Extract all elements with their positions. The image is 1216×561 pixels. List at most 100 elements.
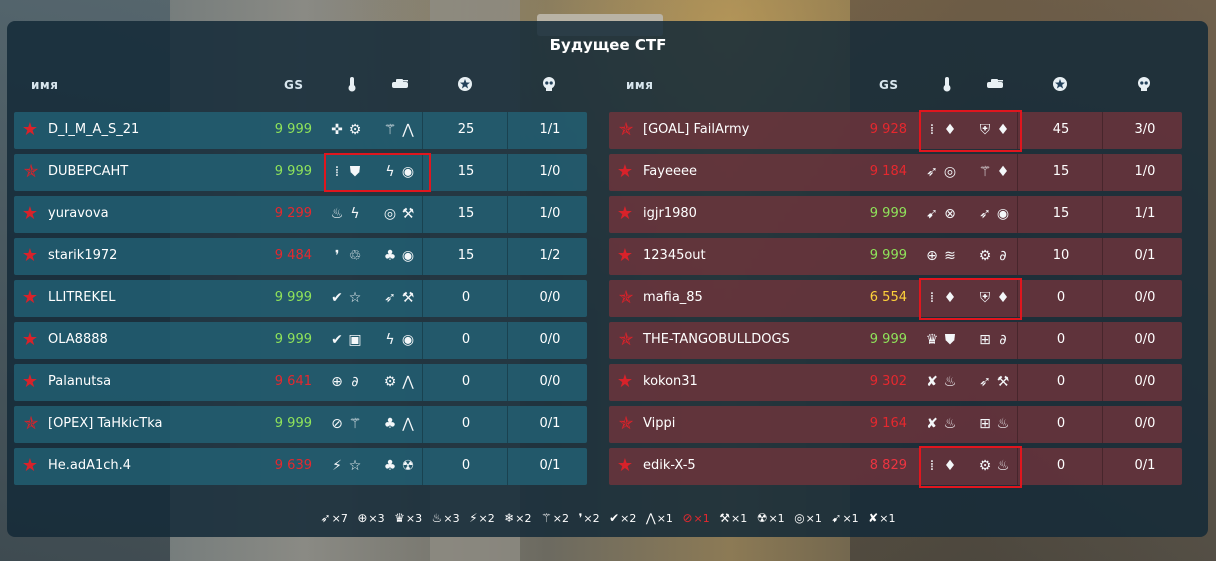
check-icon-count: ✔×2 — [609, 511, 637, 525]
table-row[interactable]: ★ igjr1980 9 999 ➹ ⊗ ➶ ◉ 15 1/1 — [609, 196, 1182, 233]
claw-icon-count: ⚡×2 — [469, 511, 495, 525]
player-kd: 0/0 — [539, 332, 561, 347]
shield-plus-icon: ⛨ — [979, 122, 991, 138]
wrench-icon: ⚒ — [401, 290, 415, 306]
rank-star-icon: ★ — [616, 455, 634, 476]
player-gs: 9 184 — [869, 164, 907, 179]
diamond-icon: ♦ — [996, 164, 1010, 180]
target-icon-count: ◎×1 — [794, 511, 822, 525]
table-row[interactable]: ★ D_I_M_A_S_21 9 999 ✜ ⚙ ⚚ ⋀ 25 1/1 — [14, 112, 587, 149]
rank-winged-star-icon: ✯ — [23, 161, 39, 182]
table-row[interactable]: ★ LLITREKEL 9 999 ✔ ☆ ➶ ⚒ 0 0/0 — [14, 280, 587, 317]
player-name: [OPEX] TaHkicTka — [48, 416, 163, 431]
team-right-header: имя GS — [609, 66, 1183, 100]
table-row[interactable]: ★ edik-X-5 8 829 ⁞ ♦ ⚙ ♨ 0 0/1 — [609, 448, 1182, 485]
lightning-circle-icon: ϟ — [385, 332, 395, 348]
player-score: 0 — [1056, 458, 1066, 473]
player-kd: 1/2 — [539, 248, 561, 263]
player-kd: 0/1 — [1134, 458, 1156, 473]
name-column-header: имя — [31, 78, 59, 92]
table-row[interactable]: ★ He.adA1ch.4 9 639 ⚡ ☆ ♣ ☢ 0 0/1 — [14, 448, 587, 485]
feather-icon: ⚚ — [978, 164, 992, 180]
flame-icon: ♨ — [996, 458, 1010, 474]
table-row[interactable]: ★ OLA8888 9 999 ✔ ▣ ϟ ◉ 0 0/0 — [14, 322, 587, 359]
swirl-icon: ∂ — [351, 374, 359, 390]
diamond-icon: ♦ — [996, 290, 1010, 306]
player-name: OLA8888 — [48, 332, 108, 347]
player-gs: 9 999 — [274, 416, 312, 431]
thermometer-icon — [344, 76, 360, 92]
swirl-icon: ∂ — [999, 332, 1007, 348]
crown-icon: ♛ — [925, 332, 939, 348]
gs-column-header: GS — [879, 78, 899, 92]
player-kd: 1/0 — [539, 206, 561, 221]
player-name: [GOAL] FailArmy — [643, 122, 750, 137]
rank-star-icon: ★ — [21, 455, 39, 476]
diamond-icon: ♦ — [943, 458, 957, 474]
feather-icon: ⚚ — [383, 122, 397, 138]
player-score: 0 — [461, 332, 471, 347]
player-kd: 0/0 — [1134, 332, 1156, 347]
player-gs: 9 999 — [274, 122, 312, 137]
gear-icon: ⚙ — [978, 248, 992, 264]
table-row[interactable]: ✯ [OPEX] TaHkicTka 9 999 ⊘ ⚚ ♣ ⋀ 0 0/1 — [14, 406, 587, 443]
player-name: He.adA1ch.4 — [48, 458, 132, 473]
table-row[interactable]: ✯ [GOAL] FailArmy 9 928 ⁞ ♦ ⛨ ♦ 45 3/0 — [609, 112, 1182, 149]
player-score: 15 — [457, 206, 475, 221]
table-row[interactable]: ★ Palanutsa 9 641 ⊕ ∂ ⚙ ⋀ 0 0/0 — [14, 364, 587, 401]
feather-icon: ⚚ — [348, 416, 362, 432]
shells-icon: ⁞ — [929, 122, 935, 138]
gear-icon: ⚙ — [978, 458, 992, 474]
rank-star-icon: ★ — [21, 203, 39, 224]
table-row[interactable]: ★ kokon31 9 302 ✘ ♨ ➶ ⚒ 0 0/0 — [609, 364, 1182, 401]
player-name: Fayeeee — [643, 164, 697, 179]
player-gs: 9 999 — [274, 164, 312, 179]
rank-winged-star-icon: ✯ — [23, 413, 39, 434]
shells-icon: ⁞ — [929, 290, 935, 306]
equipment-summary: ➶×7 ⊕×3 ♛×3 ♨×3 ⚡×2 ❄×2 ⚚×2 ❜×2 ✔×2 ⋀×1 … — [0, 511, 1216, 525]
name-column-header: имя — [626, 78, 654, 92]
table-row[interactable]: ✯ Vippi 9 164 ✘ ♨ ⊞ ♨ 0 0/0 — [609, 406, 1182, 443]
wing-icon: ⋀ — [402, 122, 414, 138]
star-badge-icon — [457, 76, 473, 92]
player-score: 10 — [1052, 248, 1070, 263]
player-kd: 0/1 — [539, 416, 561, 431]
shield-icon: ⛊ — [349, 164, 361, 180]
table-row[interactable]: ★ 12345out 9 999 ⊕ ≋ ⚙ ∂ 10 0/1 — [609, 238, 1182, 275]
railgun-icon-count: ➶×7 — [320, 511, 348, 525]
flame-icon: ♨ — [943, 374, 957, 390]
table-row[interactable]: ★ yuravova 9 299 ♨ ϟ ◎ ⚒ 15 1/0 — [14, 196, 587, 233]
check-icon: ✔ — [331, 332, 343, 348]
star-outline-icon: ☆ — [348, 458, 362, 474]
lightning-icon: ✘ — [926, 416, 938, 432]
railgun-icon: ➶ — [979, 374, 991, 390]
wing-icon: ⋀ — [402, 416, 414, 432]
player-gs: 9 999 — [869, 248, 907, 263]
player-gs: 9 639 — [274, 458, 312, 473]
badge-icon: ◉ — [401, 332, 415, 348]
player-score: 0 — [461, 416, 471, 431]
mushroom-icon: ♣ — [383, 248, 397, 264]
radiation-icon: ☢ — [401, 458, 415, 474]
flame-icon: ♨ — [943, 416, 957, 432]
drops-icon-count: ❜×2 — [578, 511, 600, 525]
check-icon: ✔ — [331, 290, 343, 306]
table-row[interactable]: ✯ THE-TANGOBULLDOGS 9 999 ♛ ⛊ ⊞ ∂ 0 0/0 — [609, 322, 1182, 359]
rank-winged-star-icon: ✯ — [618, 119, 634, 140]
target-icon: ◎ — [383, 206, 397, 222]
player-gs: 9 999 — [869, 206, 907, 221]
rank-star-icon: ★ — [21, 245, 39, 266]
wrench-icon: ⚒ — [401, 206, 415, 222]
lightning-icon-count: ✘×1 — [868, 511, 896, 525]
rank-winged-star-icon: ✯ — [618, 413, 634, 434]
table-row[interactable]: ★ Fayeeee 9 184 ➶ ◎ ⚚ ♦ 15 1/0 — [609, 154, 1182, 191]
player-kd: 0/0 — [1134, 416, 1156, 431]
player-name: D_I_M_A_S_21 — [48, 122, 140, 137]
player-name: mafia_85 — [643, 290, 703, 305]
player-name: edik-X-5 — [643, 458, 696, 473]
player-score: 0 — [1056, 332, 1066, 347]
recycle-icon: ♲ — [348, 248, 362, 264]
table-row[interactable]: ✯ DUBEPCAHT 9 999 ⁞ ⛊ ϟ ◉ 15 1/0 — [14, 154, 587, 191]
table-row[interactable]: ★ starik1972 9 484 ❜ ♲ ♣ ◉ 15 1/2 — [14, 238, 587, 275]
table-row[interactable]: ✯ mafia_85 6 554 ⁞ ♦ ⛨ ♦ 0 0/0 — [609, 280, 1182, 317]
